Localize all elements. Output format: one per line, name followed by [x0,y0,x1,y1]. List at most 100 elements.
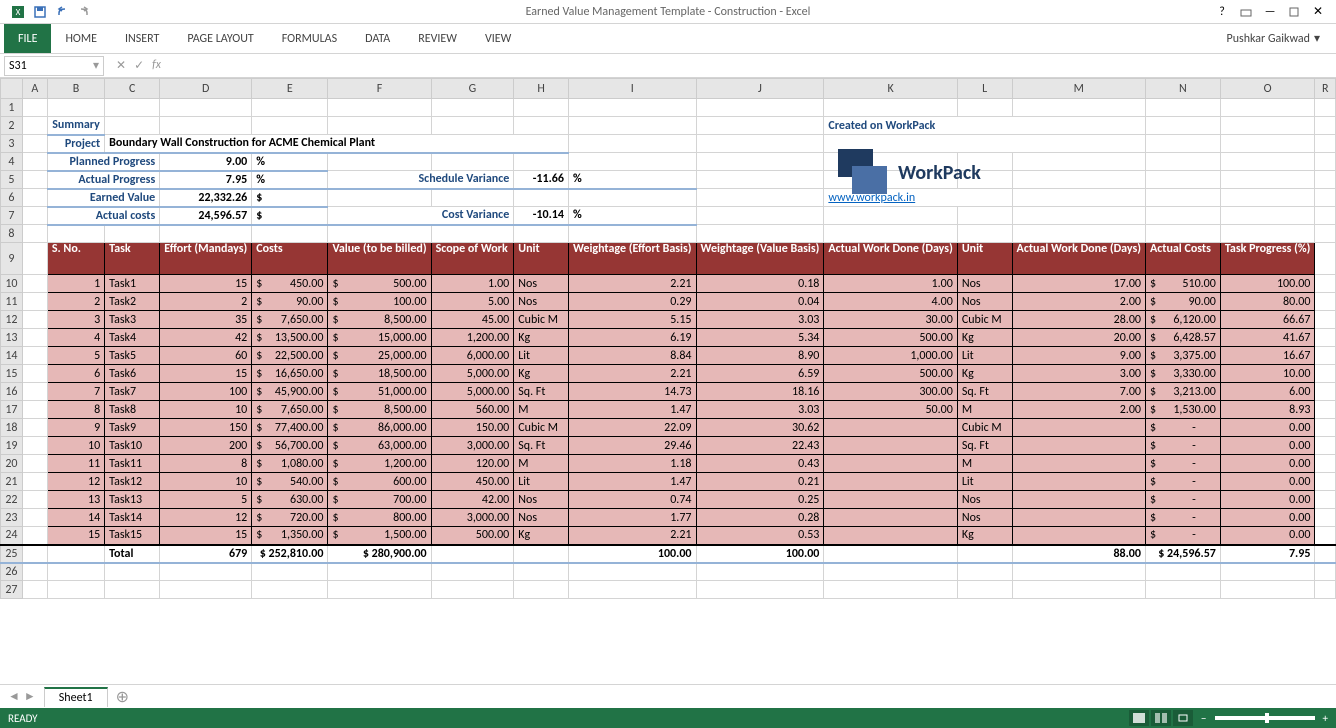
page-break-view-icon[interactable] [1173,710,1193,726]
row-header[interactable]: 3 [1,135,23,153]
cell[interactable] [22,509,47,527]
cell[interactable]: 200 [160,437,252,455]
cell[interactable] [22,225,47,243]
cell[interactable]: 8.84 [568,347,696,365]
cell[interactable]: - [1145,419,1220,437]
cell[interactable]: Task12 [105,473,160,491]
cell[interactable]: 7,650.00 [252,401,328,419]
cell[interactable] [22,243,47,275]
cell[interactable] [1012,153,1145,171]
cell[interactable] [696,225,824,243]
cell[interactable]: 8 [47,401,104,419]
cell[interactable]: -10.14 [514,207,569,225]
cell[interactable]: 8,500.00 [328,311,431,329]
cell[interactable]: 700.00 [328,491,431,509]
cell[interactable]: 300.00 [824,383,957,401]
cell[interactable] [1220,189,1315,207]
cell[interactable]: 25,000.00 [328,347,431,365]
cell[interactable]: 0.18 [696,275,824,293]
cell[interactable] [1315,311,1336,329]
tab-page-layout[interactable]: PAGE LAYOUT [173,24,267,53]
row-header[interactable]: 27 [1,581,23,599]
cell[interactable] [1145,563,1220,581]
cell[interactable]: 1,080.00 [252,455,328,473]
cell[interactable] [514,225,569,243]
cell[interactable] [1315,419,1336,437]
cell[interactable] [957,563,1012,581]
row-header[interactable]: 24 [1,527,23,545]
cell[interactable]: 3,330.00 [1145,365,1220,383]
cell[interactable] [1220,135,1315,153]
cell[interactable]: 8.93 [1220,401,1315,419]
cell[interactable]: 8,500.00 [328,401,431,419]
cell[interactable]: Actual Progress [47,171,159,189]
cell[interactable]: 2.21 [568,365,696,383]
cell[interactable]: M [514,455,569,473]
cell[interactable]: 0.00 [1220,437,1315,455]
column-header[interactable]: A [22,79,47,99]
normal-view-icon[interactable] [1129,710,1149,726]
cell[interactable]: 13 [47,491,104,509]
column-header[interactable]: J [696,79,824,99]
cell[interactable]: 3.00 [1012,365,1145,383]
cell[interactable] [957,581,1012,599]
cell[interactable] [1315,437,1336,455]
cell[interactable] [22,527,47,545]
cell[interactable]: 12 [47,473,104,491]
cell[interactable] [824,455,957,473]
cell[interactable] [824,563,957,581]
cell[interactable]: 18.16 [696,383,824,401]
cell[interactable] [1315,99,1336,117]
cell[interactable]: % [252,171,328,189]
column-header[interactable] [1,79,23,99]
cell[interactable] [1145,581,1220,599]
zoom-in-icon[interactable]: + [1323,712,1328,725]
cell[interactable] [1220,207,1315,225]
cell[interactable]: Kg [514,329,569,347]
tab-insert[interactable]: INSERT [111,24,173,53]
cell[interactable]: 8 [160,455,252,473]
cell[interactable]: Sq. Ft [514,437,569,455]
cell[interactable]: 0.25 [696,491,824,509]
cell[interactable] [568,225,696,243]
total-cell[interactable]: $ 24,596.57 [1145,545,1220,563]
save-icon[interactable] [30,2,50,22]
cell[interactable]: Kg [957,365,1012,383]
cell[interactable]: 45,900.00 [252,383,328,401]
column-header[interactable]: E [252,79,328,99]
cell[interactable]: - [1145,455,1220,473]
column-header[interactable]: C [105,79,160,99]
cell[interactable] [22,491,47,509]
cell[interactable]: 540.00 [252,473,328,491]
cell[interactable]: 63,000.00 [328,437,431,455]
row-header[interactable]: 2 [1,117,23,135]
row-header[interactable]: 12 [1,311,23,329]
row-header[interactable]: 8 [1,225,23,243]
cell[interactable] [47,225,104,243]
cell[interactable]: 9.00 [160,153,252,171]
cell[interactable]: 2.00 [1012,401,1145,419]
cell[interactable]: 0.00 [1220,419,1315,437]
row-header[interactable]: 9 [1,243,23,275]
cell[interactable]: 6.19 [568,329,696,347]
cell[interactable] [1220,117,1315,135]
cell[interactable] [824,581,957,599]
cell[interactable] [1315,189,1336,207]
cell[interactable]: 0.21 [696,473,824,491]
cell[interactable] [105,117,160,135]
cell[interactable]: 720.00 [252,509,328,527]
row-header[interactable]: 25 [1,545,23,563]
cell[interactable]: Kg [957,329,1012,347]
project-value[interactable]: Boundary Wall Construction for ACME Chem… [105,135,569,153]
cell[interactable] [1012,491,1145,509]
cell[interactable]: Task [105,243,160,275]
cell[interactable]: 1,200.00 [431,329,514,347]
cell[interactable]: Weightage (Effort Basis) [568,243,696,275]
cell[interactable]: Scope of Work [431,243,514,275]
row-header[interactable]: 18 [1,419,23,437]
cell[interactable] [431,117,514,135]
cell[interactable]: Cubic M [514,419,569,437]
zoom-slider[interactable] [1215,716,1315,720]
cell[interactable]: 10 [47,437,104,455]
cell[interactable]: 0.00 [1220,473,1315,491]
